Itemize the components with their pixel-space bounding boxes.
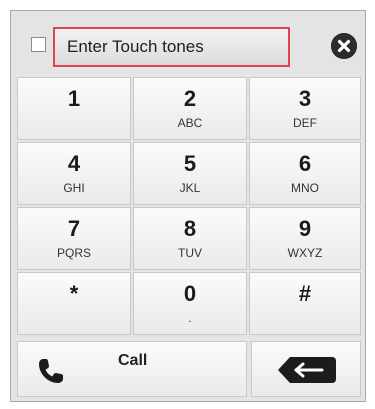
call-button[interactable]: Call [17, 341, 247, 397]
key-digit: 1 [67, 86, 81, 111]
key-digit: 7 [67, 216, 81, 241]
key-6[interactable]: 6 MNO [249, 142, 361, 205]
key-digit: 3 [298, 86, 312, 111]
touch-tone-checkbox[interactable] [31, 37, 46, 52]
key-hash[interactable]: # [249, 272, 361, 335]
key-letters: TUV [178, 246, 202, 260]
key-letters: GHI [63, 181, 85, 195]
key-8[interactable]: 8 TUV [133, 207, 247, 270]
dialpad-panel: Enter Touch tones 1 2 ABC 3 DEF 4 GHI 5 … [10, 10, 366, 402]
key-3[interactable]: 3 DEF [249, 77, 361, 140]
backspace-button[interactable] [251, 341, 361, 397]
key-5[interactable]: 5 JKL [133, 142, 247, 205]
close-icon [331, 33, 357, 59]
key-2[interactable]: 2 ABC [133, 77, 247, 140]
key-4[interactable]: 4 GHI [17, 142, 131, 205]
key-letters: JKL [179, 181, 201, 195]
key-digit: 8 [183, 216, 197, 241]
key-0[interactable]: 0 . [133, 272, 247, 335]
touch-tone-input-placeholder: Enter Touch tones [67, 37, 204, 56]
close-button[interactable] [331, 33, 357, 59]
key-digit: # [298, 281, 312, 306]
key-digit: 9 [298, 216, 312, 241]
key-letters: ABC [177, 116, 203, 130]
key-digit: 5 [183, 151, 197, 176]
key-letters: PQRS [56, 246, 91, 260]
key-1[interactable]: 1 [17, 77, 131, 140]
key-digit: 2 [183, 86, 197, 111]
touch-tone-input[interactable]: Enter Touch tones [53, 27, 290, 67]
key-digit: * [69, 281, 79, 306]
key-9[interactable]: 9 WXYZ [249, 207, 361, 270]
call-label: Call [118, 352, 148, 369]
backspace-icon [278, 357, 336, 383]
key-digit: 0 [183, 281, 197, 306]
key-letters: DEF [293, 116, 317, 130]
key-7[interactable]: 7 PQRS [17, 207, 131, 270]
phone-icon [39, 359, 63, 383]
key-letters: . [188, 311, 192, 325]
key-letters: MNO [291, 181, 319, 195]
key-letters: WXYZ [287, 246, 323, 260]
key-digit: 6 [298, 151, 312, 176]
key-digit: 4 [67, 151, 81, 176]
dialpad-header: Enter Touch tones [11, 11, 365, 75]
key-star[interactable]: * [17, 272, 131, 335]
